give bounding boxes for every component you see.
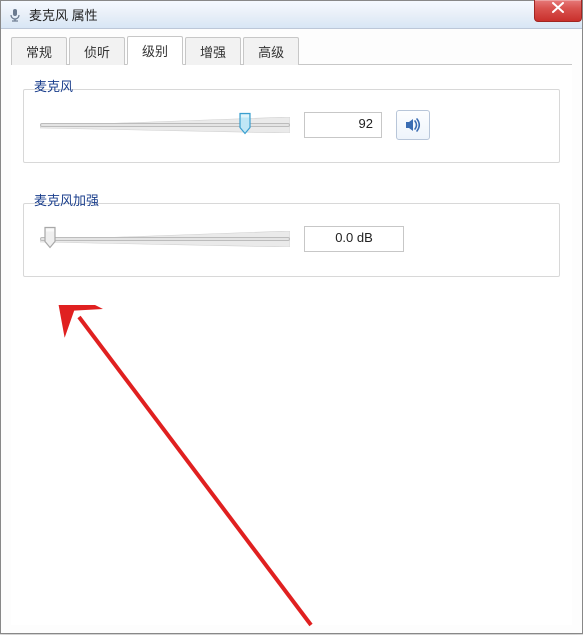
tab-enhance[interactable]: 增强 <box>185 37 241 65</box>
window: 麦克风 属性 常规 侦听 级别 增强 高级 麦克风 <box>0 0 583 634</box>
close-button[interactable] <box>534 0 582 22</box>
tab-listen[interactable]: 侦听 <box>69 37 125 65</box>
client-area: 常规 侦听 级别 增强 高级 麦克风 <box>1 29 582 633</box>
tabstrip: 常规 侦听 级别 增强 高级 <box>11 37 572 65</box>
mic-slider-thumb[interactable] <box>238 112 252 139</box>
boost-value: 0.0 dB <box>304 226 404 252</box>
boost-slider[interactable] <box>40 224 290 254</box>
mic-label: 麦克风 <box>30 76 77 95</box>
boost-slider-thumb[interactable] <box>43 226 57 253</box>
mic-value[interactable]: 92 <box>304 112 382 138</box>
mic-slider[interactable] <box>40 110 290 140</box>
boost-group: 麦克风加强 0.0 dB <box>23 203 560 277</box>
boost-label: 麦克风加强 <box>30 190 103 209</box>
tab-levels[interactable]: 级别 <box>127 36 183 65</box>
tab-advanced[interactable]: 高级 <box>243 37 299 65</box>
mic-icon <box>7 7 23 23</box>
annotation-arrow <box>51 305 351 635</box>
tab-general[interactable]: 常规 <box>11 37 67 65</box>
window-title: 麦克风 属性 <box>29 5 98 24</box>
tab-content-levels: 麦克风 92 <box>11 65 572 625</box>
mic-group: 麦克风 92 <box>23 89 560 163</box>
titlebar[interactable]: 麦克风 属性 <box>1 1 582 29</box>
speaker-icon <box>404 116 422 134</box>
mute-button[interactable] <box>396 110 430 140</box>
